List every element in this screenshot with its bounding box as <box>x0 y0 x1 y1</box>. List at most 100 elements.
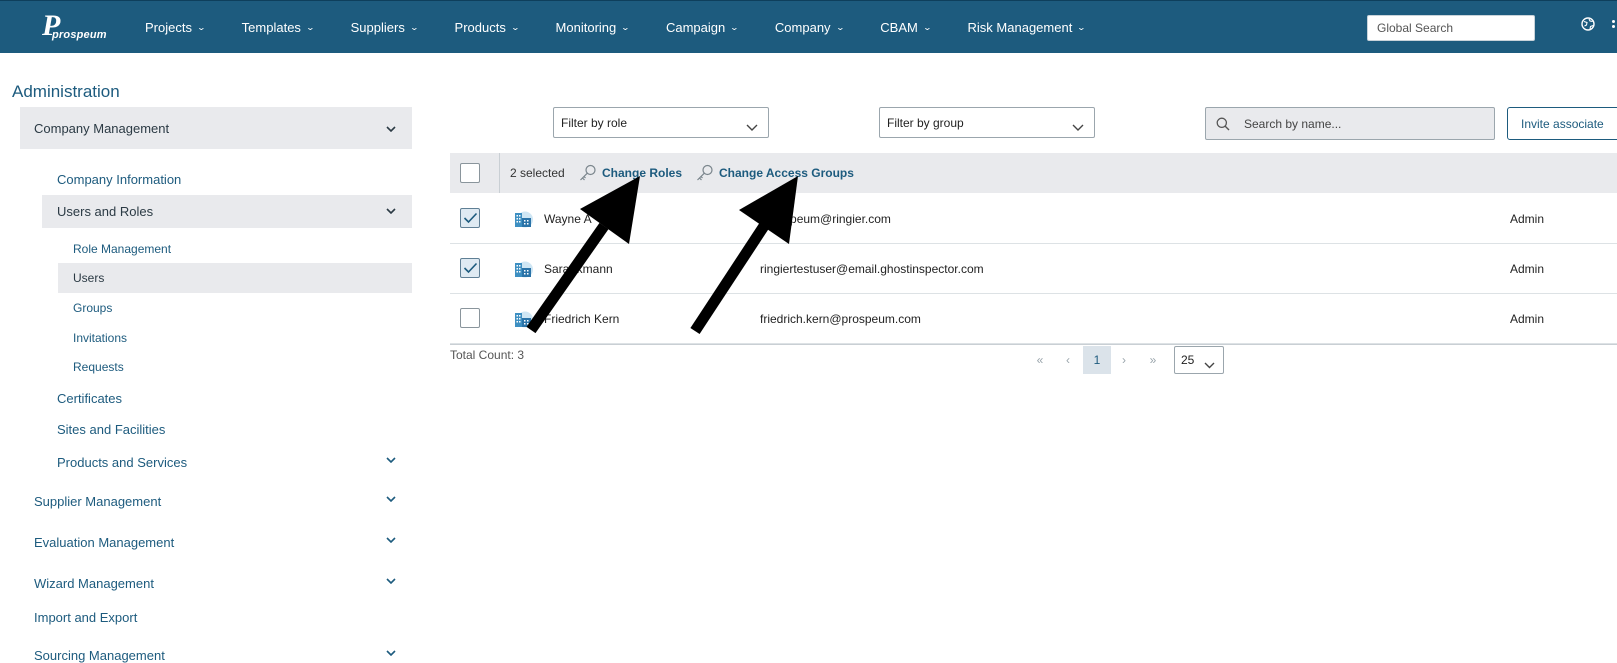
select-all-checkbox[interactable] <box>460 163 480 183</box>
select-value: 25 <box>1181 353 1195 367</box>
sidebar-item-supplier-management[interactable]: Supplier Management <box>34 494 161 509</box>
select-value: Filter by role <box>561 115 628 130</box>
top-navbar: P prospeum Projects ⌄ Templates ⌄ Supplier… <box>0 0 1617 53</box>
building-icon <box>515 311 533 328</box>
chevron-down-icon[interactable] <box>386 650 396 656</box>
sidebar-item-certificates[interactable]: Certificates <box>57 391 122 406</box>
last-page-button[interactable]: » <box>1143 346 1163 374</box>
sidebar-item-role-management[interactable]: Role Management <box>73 242 171 256</box>
nav-label: Templates <box>241 20 301 35</box>
prospeum-logo[interactable]: P prospeum <box>40 11 107 43</box>
change-access-groups-button[interactable]: Change Access Groups <box>695 161 854 185</box>
search-input[interactable] <box>1244 108 1484 139</box>
chevron-down-icon <box>746 120 758 134</box>
table-row[interactable]: Wayne A _prospeum@ringier.com Admin <box>450 194 1617 244</box>
sidebar-item-users-and-roles[interactable]: Users and Roles <box>42 195 412 228</box>
chevron-down-icon[interactable] <box>386 496 396 502</box>
chevron-down-icon <box>1072 120 1084 134</box>
nav-templates[interactable]: Templates ⌄ <box>241 20 315 35</box>
chevron-down-icon <box>1204 358 1215 372</box>
row-checkbox[interactable] <box>460 258 480 278</box>
selected-count: 2 selected <box>510 166 565 180</box>
nav-company[interactable]: Company ⌄ <box>774 20 845 35</box>
chevron-down-icon: ⌄ <box>1076 23 1087 32</box>
chevron-down-icon: ⌄ <box>305 23 315 32</box>
nav-label: Risk Management <box>967 20 1073 35</box>
chevron-down-icon: ⌄ <box>922 23 932 32</box>
user-name: Sara rkmann <box>544 262 613 276</box>
total-count: Total Count: 3 <box>450 348 525 362</box>
chevron-down-icon <box>386 208 396 214</box>
globe-icon[interactable] <box>1581 17 1595 31</box>
sidebar-item-users[interactable]: Users <box>58 263 412 293</box>
chevron-down-icon: ⌄ <box>835 23 845 32</box>
chevron-down-icon <box>386 126 396 132</box>
sidebar-item-groups[interactable]: Groups <box>73 301 112 315</box>
nav-cbam[interactable]: CBAM ⌄ <box>880 20 932 35</box>
sidebar-item-invitations[interactable]: Invitations <box>73 331 127 345</box>
first-page-button[interactable]: « <box>1030 346 1050 374</box>
nav-label: Monitoring <box>555 20 617 35</box>
sidebar-section-company-management[interactable]: Company Management <box>20 107 412 149</box>
nav-label: Campaign <box>665 20 726 35</box>
invite-associate-button[interactable]: Invite associate <box>1507 107 1617 140</box>
nav-risk-management[interactable]: Risk Management ⌄ <box>967 20 1087 35</box>
action-label: Change Access Groups <box>719 166 854 180</box>
sidebar-item-evaluation-management[interactable]: Evaluation Management <box>34 535 174 550</box>
chevron-down-icon: ⌄ <box>196 23 207 32</box>
sidebar-item-sites-and-facilities[interactable]: Sites and Facilities <box>57 422 165 437</box>
table-bottom-border <box>450 344 1617 345</box>
user-email: ringiertestuser@email.ghostinspector.com <box>760 262 984 276</box>
user-email: _prospeum@ringier.com <box>760 212 891 226</box>
row-checkbox[interactable] <box>460 308 480 328</box>
key-icon <box>697 164 713 181</box>
nav-projects[interactable]: Projects ⌄ <box>145 20 207 35</box>
nav-label: Products <box>454 20 506 35</box>
chevron-down-icon[interactable] <box>386 578 396 584</box>
search-icon <box>1216 117 1230 131</box>
global-search-input[interactable] <box>1367 15 1535 41</box>
nav-suppliers[interactable]: Suppliers ⌄ <box>350 20 419 35</box>
previous-page-button[interactable]: ‹ <box>1058 346 1078 374</box>
sidebar-item-products-and-services[interactable]: Products and Services <box>57 455 187 470</box>
user-role: Admin <box>1510 212 1545 226</box>
chevron-down-icon[interactable] <box>386 457 396 463</box>
nav-label: CBAM <box>880 20 918 35</box>
page-size-select[interactable]: 25 <box>1174 346 1224 374</box>
group-label: Users and Roles <box>57 204 154 219</box>
nav-products[interactable]: Products ⌄ <box>454 20 520 35</box>
more-menu-icon[interactable] <box>1612 20 1616 30</box>
nav-campaign[interactable]: Campaign ⌄ <box>665 20 739 35</box>
building-icon <box>515 261 533 278</box>
next-page-button[interactable]: › <box>1114 346 1134 374</box>
chevron-down-icon: ⌄ <box>510 23 520 32</box>
table-row[interactable]: Sara rkmann ringiertestuser@email.ghosti… <box>450 244 1617 294</box>
logo-word: prospeum <box>52 29 107 41</box>
chevron-down-icon[interactable] <box>386 537 396 543</box>
sidebar-item-requests[interactable]: Requests <box>73 360 124 374</box>
nav-label: Projects <box>145 20 192 35</box>
page-number-current[interactable]: 1 <box>1083 346 1111 374</box>
nav-label: Suppliers <box>350 20 405 35</box>
row-checkbox[interactable] <box>460 208 480 228</box>
table-row[interactable]: Friedrich Kern friedrich.kern@prospeum.c… <box>450 294 1617 344</box>
sidebar-item-import-and-export[interactable]: Import and Export <box>34 610 137 625</box>
filter-by-group-select[interactable]: Filter by group <box>879 107 1095 138</box>
nav-monitoring[interactable]: Monitoring ⌄ <box>555 20 631 35</box>
sidebar-item-sourcing-management[interactable]: Sourcing Management <box>34 648 165 663</box>
search-by-name <box>1205 107 1495 140</box>
item-label: Users <box>73 271 105 285</box>
nav-label: Company <box>774 20 831 35</box>
table-header: 2 selected Change Roles Change Access Gr… <box>450 153 1617 193</box>
select-value: Filter by group <box>887 115 964 130</box>
building-icon <box>515 211 533 228</box>
chevron-down-icon: ⌄ <box>620 23 631 32</box>
page-title: Administration <box>12 82 120 101</box>
sidebar-item-company-information[interactable]: Company Information <box>57 172 181 187</box>
user-name: Friedrich Kern <box>544 312 620 326</box>
filter-by-role-select[interactable]: Filter by role <box>553 107 769 138</box>
change-roles-button[interactable]: Change Roles <box>578 161 682 185</box>
sidebar-item-wizard-management[interactable]: Wizard Management <box>34 576 154 591</box>
section-label: Company Management <box>34 120 170 136</box>
user-name: Wayne A <box>544 212 592 226</box>
